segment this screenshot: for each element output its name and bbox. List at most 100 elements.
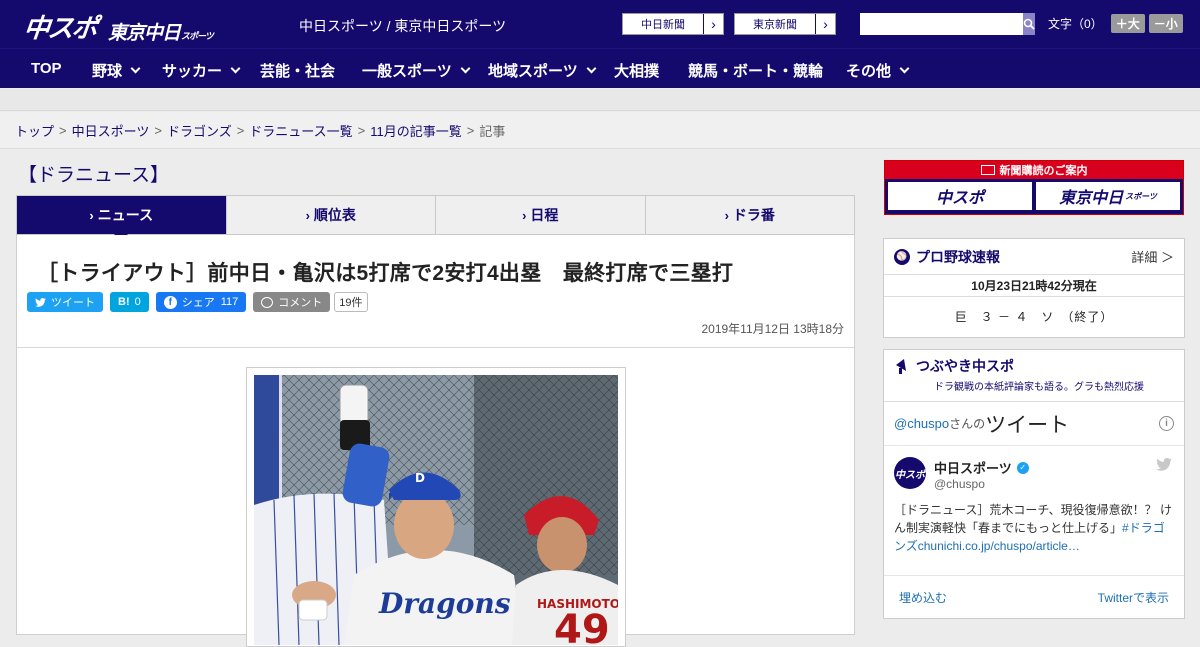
- score-timestamp: 10月23日21時42分現在: [884, 275, 1184, 297]
- banner-top: 新聞購読のご案内: [885, 161, 1183, 179]
- view-on-twitter-link[interactable]: Twitterで表示: [1098, 589, 1169, 606]
- comment-bubble-icon: [261, 296, 274, 308]
- search-icon: [1023, 18, 1035, 30]
- nav-item-8[interactable]: その他: [846, 60, 910, 81]
- article-photo-frame: Dragons D HASHIMOTO 49: [246, 367, 626, 647]
- tweets-box: つぶやき中スポ ドラ観戦の本紙評論家も語る。グラも熱烈応援 @chuspo さん…: [883, 349, 1185, 619]
- site-logo[interactable]: 中スポ 東京中日スポーツ: [22, 8, 214, 45]
- breadcrumb-item: 記事: [479, 123, 506, 139]
- chevron-down-icon: [460, 63, 471, 74]
- tokyo-shimbun-link[interactable]: 東京新聞 ›: [734, 13, 836, 35]
- tab-schedule[interactable]: › 日程: [436, 196, 646, 234]
- tab-news[interactable]: › ニュース: [17, 196, 227, 241]
- font-size-smaller-button[interactable]: －小: [1148, 14, 1183, 33]
- search-button[interactable]: [1023, 13, 1035, 35]
- twitter-handle-link[interactable]: @chuspo: [894, 416, 949, 431]
- article: ［トライアウト］前中日・亀沢は5打席で2安打4出塁 最終打席で三塁打 ツイート …: [16, 235, 855, 647]
- tab-dora-ban[interactable]: › ドラ番: [646, 196, 855, 234]
- comment-button[interactable]: コメント: [253, 292, 331, 312]
- tweet-button[interactable]: ツイート: [27, 292, 103, 312]
- chevron-down-icon: [130, 63, 141, 74]
- newspaper-icon: [980, 165, 995, 175]
- chevron-down-icon: [586, 63, 597, 74]
- info-icon[interactable]: i: [1159, 416, 1174, 431]
- breadcrumb-separator: >: [236, 122, 245, 138]
- site-header: 中スポ 東京中日スポーツ 中日スポーツ / 東京中日スポーツ 中日新聞 › 東京…: [0, 0, 1200, 48]
- nav-item-5[interactable]: 地域スポーツ: [488, 60, 597, 81]
- logo-tokyo-chunichi[interactable]: 東京中日スポーツ: [108, 18, 214, 45]
- breadcrumb-separator: >: [466, 122, 475, 138]
- cap-logo: D: [415, 471, 425, 485]
- comment-count[interactable]: 19件: [334, 292, 368, 312]
- chevron-down-icon: [899, 63, 910, 74]
- spacer-strip: [0, 89, 1200, 111]
- font-size-control: 文字（0） ＋大 －小: [1048, 14, 1183, 33]
- verified-badge-icon: ✓: [1016, 461, 1029, 474]
- font-size-label: 文字（0）: [1048, 17, 1103, 31]
- facebook-share-button[interactable]: f シェア 117: [155, 292, 247, 312]
- breadcrumb-item[interactable]: ドラニュース一覧: [249, 121, 352, 140]
- jersey-number: 49: [554, 607, 610, 645]
- chevron-right-icon: ›: [89, 207, 94, 223]
- chevron-right-icon: ›: [305, 207, 310, 223]
- jersey-lettering: Dragons: [378, 587, 511, 620]
- nav-item-4[interactable]: 一般スポーツ: [362, 60, 471, 81]
- hatena-icon: B!: [118, 296, 130, 308]
- chevron-down-icon: [230, 63, 241, 74]
- banner-tokyo-chunichi[interactable]: 東京中日 スポーツ: [1036, 182, 1180, 210]
- chunichi-shimbun-link[interactable]: 中日新聞 ›: [622, 13, 724, 35]
- chevron-right-icon: ›: [522, 207, 527, 223]
- divider: [17, 347, 854, 348]
- baseball-icon: ⚾: [894, 248, 910, 265]
- chevron-right-icon: ›: [724, 207, 729, 223]
- nav-item-6[interactable]: 大相撲: [614, 60, 659, 81]
- breadcrumb-item[interactable]: ドラゴンズ: [167, 121, 232, 140]
- search-box: [860, 13, 1035, 35]
- nav-item-7[interactable]: 競馬・ボート・競輪: [688, 60, 823, 81]
- site-links[interactable]: 中日スポーツ / 東京中日スポーツ: [299, 16, 506, 36]
- tweet-author-handle[interactable]: @chuspo: [934, 477, 985, 491]
- tab-standings[interactable]: › 順位表: [227, 196, 436, 234]
- article-photo[interactable]: Dragons D HASHIMOTO 49: [254, 375, 618, 645]
- breadcrumb: トップ > 中日スポーツ > ドラゴンズ > ドラニュース一覧 >11月の記事一覧 > 記事: [0, 112, 1200, 149]
- breadcrumb-separator: >: [357, 122, 366, 138]
- breadcrumb-item[interactable]: 11月の記事一覧: [370, 121, 462, 140]
- nav-item-2[interactable]: サッカー: [162, 60, 241, 81]
- pro-baseball-title: プロ野球速報: [916, 248, 1000, 265]
- breadcrumb-separator: >: [59, 122, 67, 138]
- breadcrumb-separator: >: [154, 122, 162, 138]
- article-headline: ［トライアウト］前中日・亀沢は5打席で2安打4出塁 最終打席で三塁打: [37, 262, 734, 285]
- banner-chuspo[interactable]: 中スポ: [888, 182, 1032, 210]
- tweet-text: ［ドラニュース］荒木コーチ、現役復帰意欲！？ けん制実演軽快「春までにもっと仕上…: [894, 503, 1173, 553]
- tweet-author-name[interactable]: 中日スポーツ: [934, 458, 1012, 477]
- avatar[interactable]: 中スポ: [894, 457, 926, 489]
- twitter-bird-icon: [35, 297, 46, 307]
- tweet-item[interactable]: 中スポ 中日スポーツ ✓ @chuspo ［ドラニュース］荒木コーチ、現役復帰意…: [884, 446, 1184, 576]
- logo-chuspo[interactable]: 中スポ: [22, 8, 98, 45]
- breadcrumb-item[interactable]: トップ: [15, 121, 54, 140]
- megaphone-icon: [896, 359, 906, 374]
- facebook-icon: f: [163, 295, 177, 309]
- score-line[interactable]: 巨 ３ － ４ ソ （終了）: [884, 297, 1184, 337]
- embed-link[interactable]: 埋め込む: [899, 589, 947, 606]
- section-tabs: › ニュース › 順位表 › 日程 › ドラ番: [16, 195, 855, 241]
- breadcrumb-item[interactable]: 中日スポーツ: [72, 121, 150, 140]
- article-date: 2019年11月12日 13時18分: [701, 322, 844, 336]
- twitter-widget-header: @chuspo さんの ツイート i: [884, 402, 1184, 446]
- hatena-bookmark-button[interactable]: B! 0: [110, 292, 149, 312]
- section-title: 【ドラニュース】: [18, 165, 170, 186]
- chevron-right-icon: ›: [815, 14, 835, 34]
- tweets-title: つぶやき中スポ: [916, 358, 1014, 374]
- twitter-bird-icon[interactable]: [1156, 458, 1172, 474]
- pro-baseball-detail-link[interactable]: 詳細 ＞: [1131, 247, 1174, 266]
- font-size-bigger-button[interactable]: ＋大: [1110, 14, 1145, 33]
- nav-item-0[interactable]: TOP: [31, 60, 62, 77]
- pro-baseball-box: ⚾ プロ野球速報 詳細 ＞ 10月23日21時42分現在 巨 ３ － ４ ソ （…: [883, 238, 1185, 338]
- main-nav: TOP 野球 サッカー 芸能・社会 一般スポーツ 地域スポーツ 大相撲 競馬・ボート・競輪 その…: [0, 48, 1200, 88]
- subscription-banner[interactable]: 新聞購読のご案内 中スポ 東京中日 スポーツ: [884, 160, 1184, 215]
- chevron-right-icon: ›: [703, 14, 723, 34]
- search-input[interactable]: [860, 13, 1023, 35]
- nav-item-3[interactable]: 芸能・社会: [260, 60, 335, 81]
- baseball-players-photo: Dragons D HASHIMOTO 49: [254, 375, 618, 645]
- nav-item-1[interactable]: 野球: [92, 60, 141, 81]
